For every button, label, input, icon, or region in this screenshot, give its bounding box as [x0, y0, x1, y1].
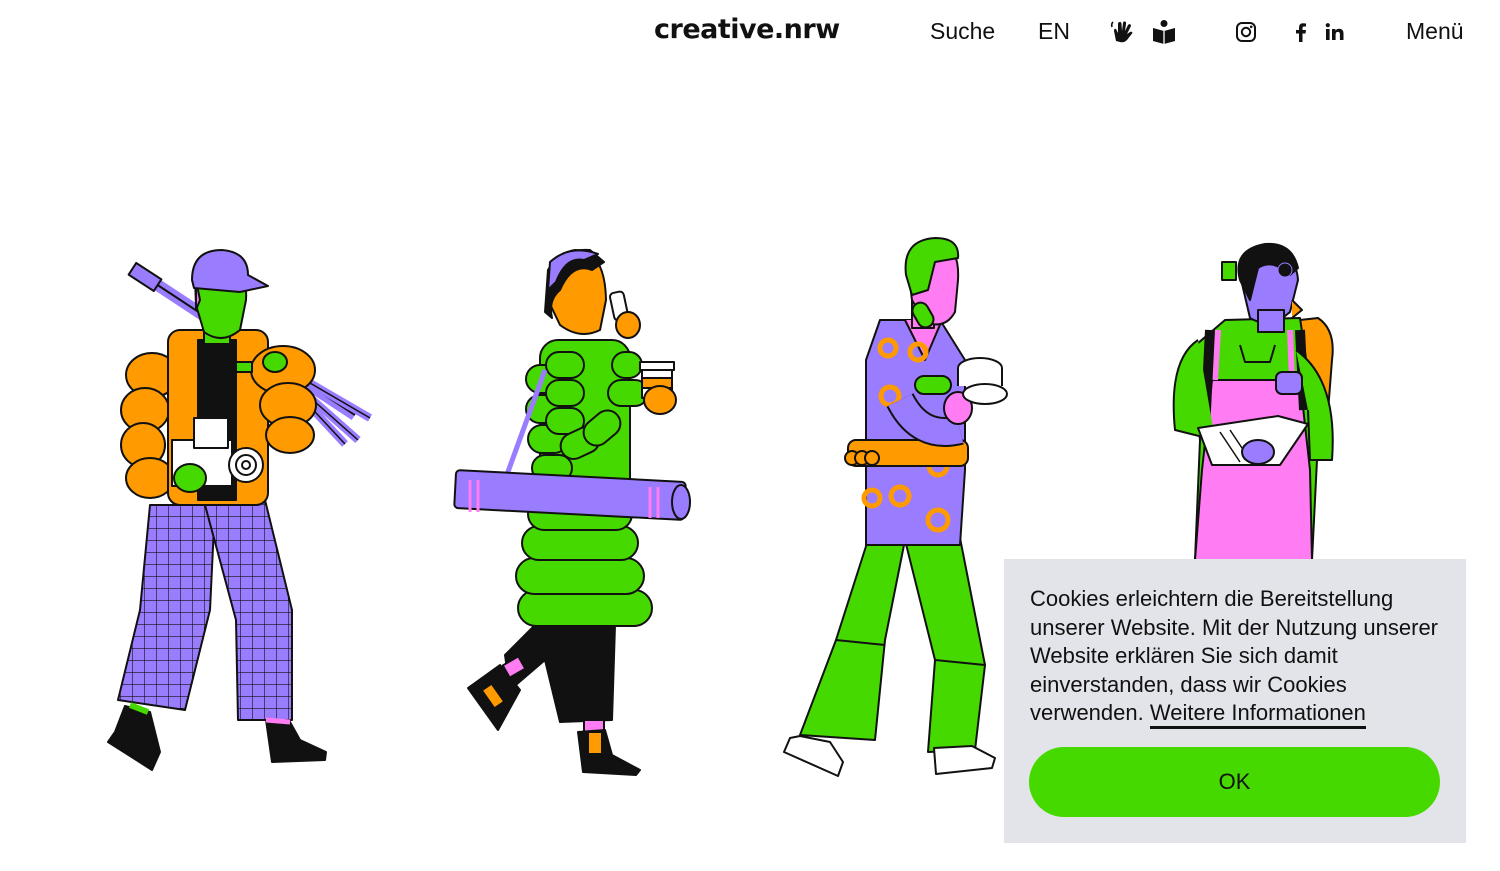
language-switch[interactable]: EN: [1038, 18, 1070, 45]
menu-button[interactable]: Menü: [1406, 18, 1464, 45]
cookie-ok-button[interactable]: OK: [1029, 747, 1440, 817]
site-logo[interactable]: creative.nrw: [654, 14, 840, 45]
figure-patterned-suit: [783, 237, 1008, 777]
figure-puffer-coat: [453, 248, 691, 776]
facebook-icon[interactable]: [1292, 21, 1310, 43]
linkedin-icon[interactable]: [1324, 21, 1346, 43]
easy-read-icon[interactable]: [1151, 19, 1177, 45]
search-link[interactable]: Suche: [930, 18, 995, 45]
figure-photographer: [107, 249, 373, 771]
more-info-link[interactable]: Weitere Informationen: [1149, 700, 1366, 729]
figure-overalls: [1172, 242, 1334, 561]
instagram-icon[interactable]: [1235, 21, 1257, 43]
cookie-message: Cookies erleichtern die Bereitstellung u…: [1030, 585, 1450, 729]
sign-language-icon[interactable]: [1110, 19, 1136, 45]
site-header: creative.nrw Suche EN Menü: [0, 0, 1500, 66]
cookie-banner: Cookies erleichtern die Bereitstellung u…: [1004, 559, 1466, 843]
